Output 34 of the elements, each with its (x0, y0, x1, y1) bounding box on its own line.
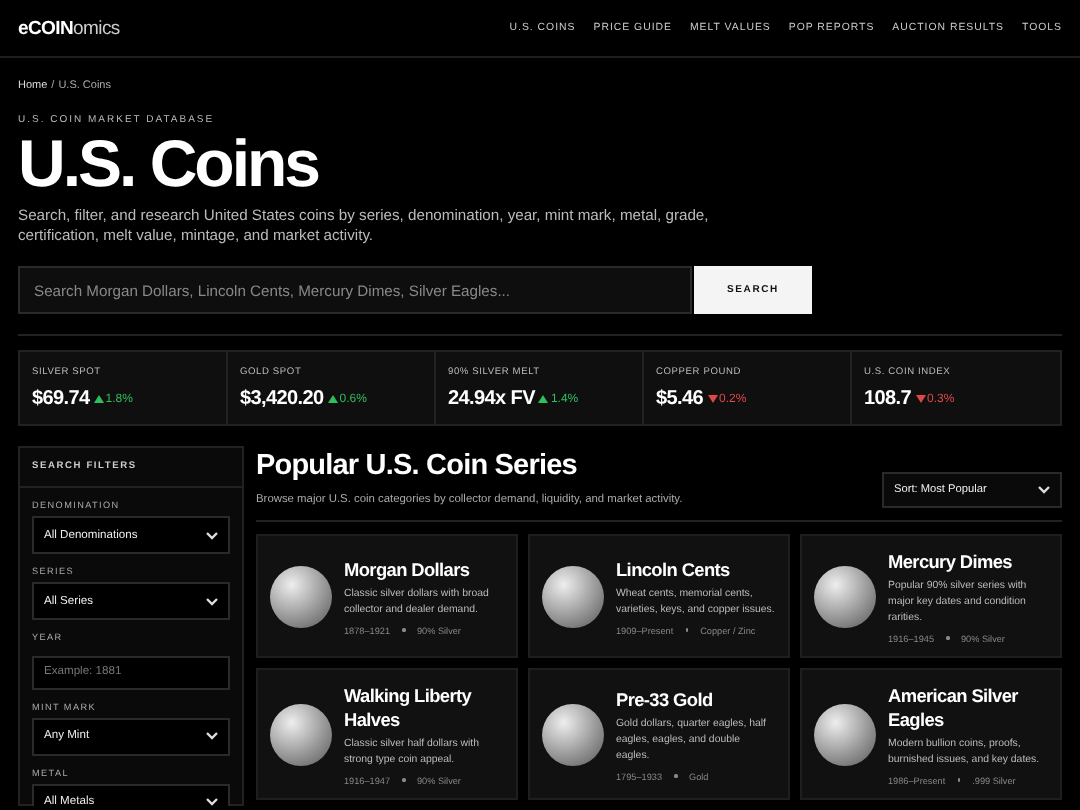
coin-icon (270, 703, 332, 765)
coin-icon (814, 565, 876, 627)
down-triangle-icon (915, 394, 926, 404)
stat-value: $3,420.20 (240, 388, 324, 410)
chevron-down-icon (1038, 486, 1050, 494)
page-title: U.S. Coins (18, 128, 321, 200)
dot-separator (946, 636, 949, 640)
series-name: Walking Liberty Halves (344, 683, 474, 731)
series-name: American Silver Eagles (888, 683, 1020, 731)
up-triangle-icon (538, 394, 549, 404)
series-name: Morgan Dollars (344, 557, 472, 581)
chevron-down-icon (206, 597, 218, 605)
up-triangle-icon (93, 394, 104, 404)
dot-separator (402, 628, 405, 632)
coin-icon (270, 565, 332, 627)
down-triangle-icon (707, 394, 718, 404)
chevron-down-icon (206, 798, 218, 806)
stat-value: 24.94x FV (448, 388, 535, 410)
site-logo[interactable]: eCOINomics (18, 17, 120, 39)
series-name: Mercury Dimes (888, 549, 1014, 573)
chevron-down-icon (206, 732, 218, 740)
chevron-down-icon (206, 531, 218, 539)
coin-icon (542, 703, 604, 765)
stat-value: $69.74 (32, 388, 90, 410)
series-name: Pre-33 Gold (616, 687, 715, 711)
series-name: Lincoln Cents (616, 557, 732, 581)
dot-separator (402, 778, 405, 782)
up-triangle-icon (327, 394, 338, 404)
coin-icon (542, 565, 604, 627)
section-title: Popular U.S. Coin Series (256, 450, 579, 482)
dot-separator (674, 774, 677, 778)
coin-icon (814, 703, 876, 765)
stat-value: 108.7 (864, 388, 912, 410)
stat-value: $5.46 (656, 388, 704, 410)
